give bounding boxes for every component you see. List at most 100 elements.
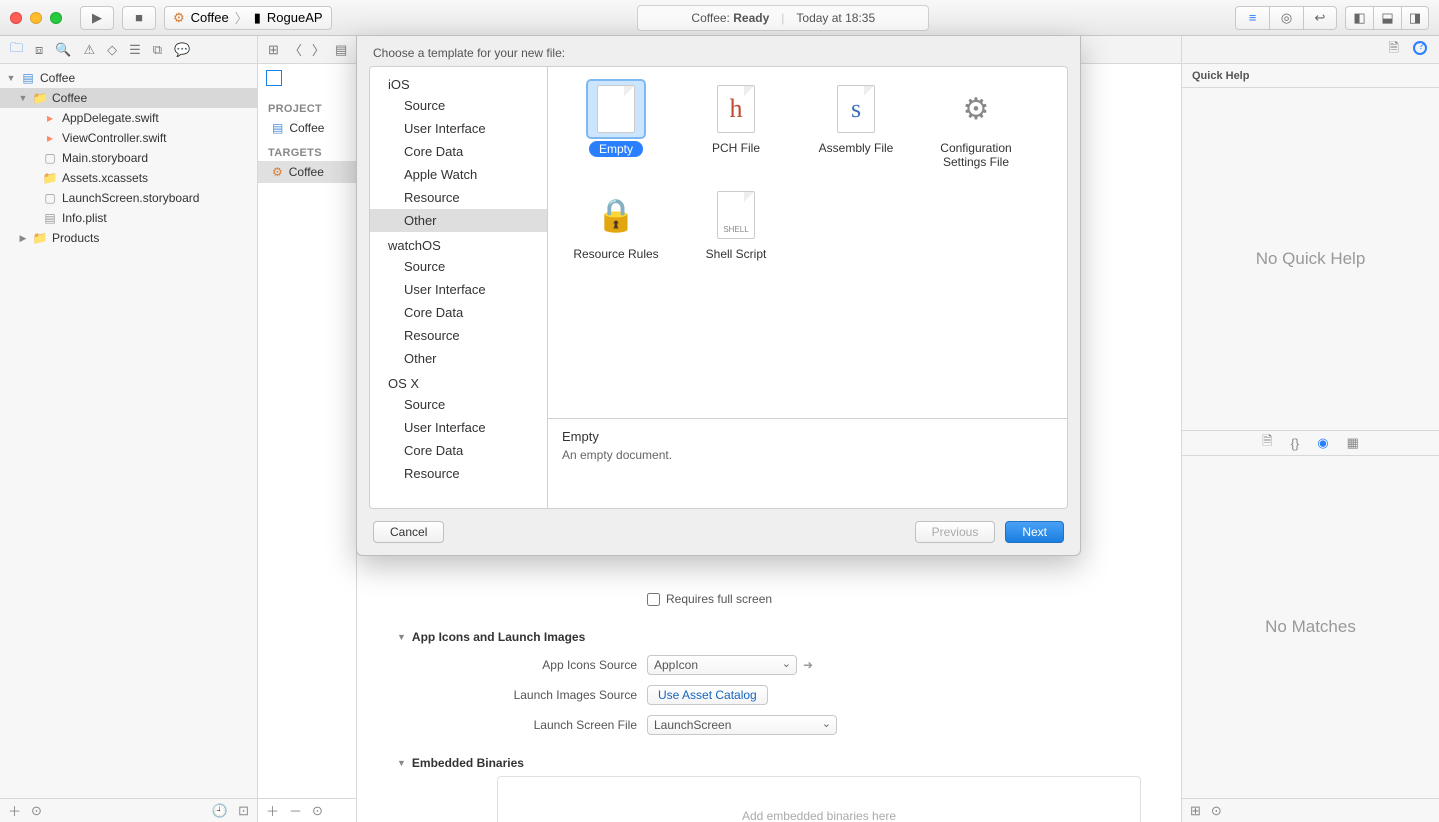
file-inspector-icon[interactable]: 🗎 [1389, 39, 1399, 61]
template-category-list[interactable]: iOS Source User Interface Core Data Appl… [370, 67, 548, 508]
template-grid[interactable]: Empty h PCH File s Assembly File ⚙ Confi… [548, 67, 1067, 418]
forward-button[interactable]: 〉 [312, 40, 325, 59]
category-item[interactable]: Source [370, 94, 547, 117]
category-item[interactable]: Resource [370, 324, 547, 347]
category-item[interactable]: Source [370, 393, 547, 416]
filter-icon[interactable]: ⊙ [31, 803, 42, 819]
template-description: Empty An empty document. [548, 418, 1067, 508]
object-library-icon[interactable]: ◉ [1317, 435, 1328, 451]
category-item-selected[interactable]: Other [370, 209, 547, 232]
version-editor-button[interactable]: ↩ [1303, 6, 1337, 30]
category-item[interactable]: Core Data [370, 439, 547, 462]
symbol-navigator-icon[interactable]: ⧈ [35, 42, 43, 58]
folder-icon: 📁 [32, 90, 48, 106]
cancel-button[interactable]: Cancel [373, 521, 444, 543]
launch-screen-dropdown[interactable]: LaunchScreen [647, 715, 837, 735]
tree-file-row[interactable]: ▢LaunchScreen.storyboard [0, 188, 257, 208]
template-resource-rules[interactable]: 🔒 Resource Rules [556, 181, 676, 287]
next-button[interactable]: Next [1005, 521, 1064, 543]
find-navigator-icon[interactable]: 🔍 [55, 42, 71, 58]
previous-button[interactable]: Previous [915, 521, 996, 543]
scm-icon[interactable]: ⊡ [238, 803, 249, 819]
requires-fullscreen-checkbox[interactable] [647, 593, 660, 606]
tree-file-row[interactable]: ▸ViewController.swift [0, 128, 257, 148]
gear-icon: ⚙ [948, 81, 1004, 137]
run-button[interactable]: ▶ [80, 6, 114, 30]
embedded-binaries-dropzone[interactable]: Add embedded binaries here [497, 776, 1141, 822]
category-item[interactable]: User Interface [370, 117, 547, 140]
template-assembly[interactable]: s Assembly File [796, 75, 916, 181]
activity-lcd: Coffee: Ready | Today at 18:35 [637, 5, 929, 31]
toggle-debug-button[interactable]: ⬓ [1373, 6, 1401, 30]
tree-file-row[interactable]: ▤Info.plist [0, 208, 257, 228]
test-navigator-icon[interactable]: ◇ [107, 42, 117, 58]
template-shell-script[interactable]: SHELL Shell Script [676, 181, 796, 287]
tree-group-row[interactable]: ▼ 📁 Coffee [0, 88, 257, 108]
file-template-library-icon[interactable]: 🗎 [1262, 432, 1272, 454]
disclosure-icon[interactable]: ▼ [397, 632, 406, 642]
toggle-navigator-button[interactable]: ◧ [1345, 6, 1373, 30]
category-item[interactable]: User Interface [370, 278, 547, 301]
report-navigator-icon[interactable]: 💬 [174, 42, 190, 58]
tree-project-row[interactable]: ▼ ▤ Coffee [0, 68, 257, 88]
path-item-icon[interactable]: ▤ [335, 42, 347, 58]
code-snippet-library-icon[interactable]: {} [1291, 436, 1300, 451]
target-item[interactable]: ⚙Coffee [258, 161, 356, 183]
app-icons-source-dropdown[interactable]: AppIcon [647, 655, 797, 675]
template-pch[interactable]: h PCH File [676, 75, 796, 181]
assistant-editor-button[interactable]: ◎ [1269, 6, 1303, 30]
disclosure-icon[interactable]: ▶ [18, 233, 28, 244]
tree-file-row[interactable]: 📁Assets.xcassets [0, 168, 257, 188]
editor-jump-bar: ⊞ 〈 〉 ▤ [258, 36, 357, 63]
add-button[interactable]: ＋ [8, 801, 21, 820]
assembly-file-icon: s [828, 81, 884, 137]
scheme-selector[interactable]: ⚙ Coffee 〉 ▮ RogueAP [164, 6, 332, 30]
quick-help-inspector-icon[interactable]: ? [1413, 41, 1427, 58]
toggle-inspector-button[interactable]: ◨ [1401, 6, 1429, 30]
debug-navigator-icon[interactable]: ☰ [129, 42, 141, 58]
swift-file-icon: ▸ [42, 130, 58, 146]
project-section-header: PROJECT [258, 95, 356, 117]
zoom-window-button[interactable] [50, 12, 62, 24]
media-library-icon[interactable]: ▦ [1347, 435, 1359, 451]
minimize-window-button[interactable] [30, 12, 42, 24]
clock-icon[interactable]: 🕘 [212, 803, 228, 819]
tree-file-row[interactable]: ▸AppDelegate.swift [0, 108, 257, 128]
scheme-app-label: Coffee [191, 10, 229, 25]
disclosure-icon[interactable]: ▼ [397, 758, 406, 768]
filter-icon[interactable]: ⊙ [312, 803, 323, 819]
category-item[interactable]: Source [370, 255, 547, 278]
related-items-icon[interactable]: ⊞ [268, 42, 279, 58]
category-item[interactable]: Resource [370, 462, 547, 485]
category-item[interactable]: Other [370, 347, 547, 370]
category-item[interactable]: User Interface [370, 416, 547, 439]
outline-toggle-icon[interactable] [266, 70, 282, 86]
issue-navigator-icon[interactable]: ⚠ [83, 42, 95, 58]
category-platform-osx: OS X [370, 370, 547, 393]
library-filter-icon[interactable]: ⊙ [1211, 803, 1222, 819]
use-asset-catalog-button[interactable]: Use Asset Catalog [647, 685, 768, 705]
category-item[interactable]: Apple Watch [370, 163, 547, 186]
tree-file-row[interactable]: ▢Main.storyboard [0, 148, 257, 168]
project-navigator-icon[interactable]: 🗀 [10, 39, 23, 61]
category-item[interactable]: Core Data [370, 301, 547, 324]
template-empty[interactable]: Empty [556, 75, 676, 181]
remove-target-button[interactable]: － [289, 801, 302, 820]
tree-products-row[interactable]: ▶ 📁 Products [0, 228, 257, 248]
project-item[interactable]: ▤Coffee [258, 117, 356, 139]
category-item[interactable]: Core Data [370, 140, 547, 163]
add-target-button[interactable]: ＋ [266, 801, 279, 820]
template-config-settings[interactable]: ⚙ Configuration Settings File [916, 75, 1036, 181]
stop-button[interactable]: ■ [122, 6, 156, 30]
standard-editor-button[interactable]: ≡ [1235, 6, 1269, 30]
disclosure-icon[interactable]: ▼ [18, 93, 28, 103]
library-view-mode-icon[interactable]: ⊞ [1190, 803, 1201, 819]
goto-icon[interactable]: ➜ [803, 658, 813, 672]
close-window-button[interactable] [10, 12, 22, 24]
category-item[interactable]: Resource [370, 186, 547, 209]
back-button[interactable]: 〈 [289, 40, 302, 59]
disclosure-icon[interactable]: ▼ [6, 73, 16, 83]
sheet-title: Choose a template for your new file: [357, 36, 1080, 66]
breakpoint-navigator-icon[interactable]: ⧉ [153, 42, 162, 58]
file-tree[interactable]: ▼ ▤ Coffee ▼ 📁 Coffee ▸AppDelegate.swift… [0, 64, 257, 798]
